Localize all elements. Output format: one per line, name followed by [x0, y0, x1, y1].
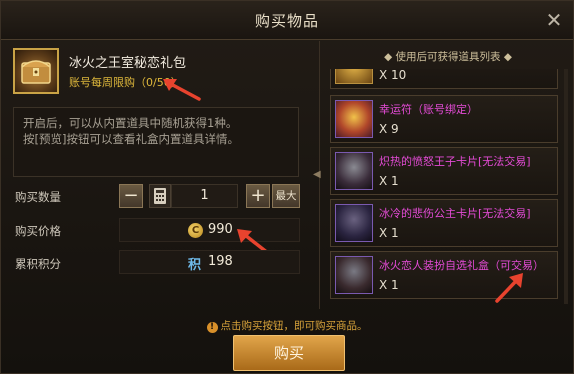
description-line: 按[预览]按钮可以查看礼盒内置道具详情。	[23, 132, 239, 146]
reward-name: 冰冷的悲伤公主卡片[无法交易]	[379, 207, 531, 220]
points-icon: 积	[188, 258, 202, 273]
purchase-dialog: 购买物品 ✕ 冰火之王室秘恋礼包 账号每周限购（0/50） 开启后，可以从内置道…	[0, 0, 574, 374]
item-header: 冰火之王室秘恋礼包 账号每周限购（0/50）	[13, 48, 303, 98]
max-quantity-button[interactable]: 最大	[272, 184, 300, 208]
rewards-header: ◆ 使用后可获得道具列表 ◆	[323, 41, 573, 71]
prince-card-icon	[335, 152, 373, 190]
increase-quantity-button[interactable]: +	[246, 184, 270, 208]
annotation-arrow-icon	[495, 273, 523, 303]
list-item[interactable]: 幸运符（账号绑定） X 9	[330, 95, 558, 143]
price-value: 990	[208, 222, 233, 237]
rewards-list[interactable]: X 10 幸运符（账号绑定） X 9 炽热的愤怒王子卡片[无法交易] X 1 冰…	[326, 69, 560, 304]
reward-quantity: X 9	[379, 122, 399, 136]
reward-quantity: X 1	[379, 226, 399, 240]
quantity-input[interactable]: 1	[171, 184, 238, 208]
item-name: 冰火之王室秘恋礼包	[69, 56, 187, 71]
treasure-chest-icon	[13, 48, 59, 94]
reward-quantity: X 1	[379, 174, 399, 188]
warning-icon: !	[206, 322, 218, 333]
calculator-icon[interactable]	[149, 184, 171, 208]
gold-item-icon	[335, 69, 373, 84]
rewards-title: ◆ 使用后可获得道具列表 ◆	[384, 51, 512, 63]
footer-note: ! 点击购买按钮，即可购买商品。	[1, 318, 573, 333]
reward-name: 炽热的愤怒王子卡片[无法交易]	[379, 155, 531, 168]
footer-note-text: 点击购买按钮，即可购买商品。	[220, 320, 368, 332]
close-icon[interactable]: ✕	[543, 9, 565, 31]
title-bar: 购买物品 ✕	[1, 1, 573, 40]
princess-card-icon	[335, 204, 373, 242]
description-line: 开启后，可以从内置道具中随机获得1种。	[23, 116, 238, 130]
rewards-scrollbar[interactable]	[564, 69, 568, 304]
reward-quantity: X 10	[379, 69, 407, 82]
list-item[interactable]: 炽热的愤怒王子卡片[无法交易] X 1	[330, 147, 558, 195]
chevron-left-icon: ◀	[313, 169, 321, 180]
buy-button[interactable]: 购买	[233, 335, 345, 371]
annotation-arrow-icon	[163, 79, 201, 101]
outfit-box-icon	[335, 256, 373, 294]
points-label: 累积积分	[15, 257, 61, 271]
dialog-title: 购买物品	[254, 12, 319, 30]
decrease-quantity-button[interactable]: −	[119, 184, 143, 208]
reward-name: 幸运符（账号绑定）	[379, 103, 478, 116]
list-item[interactable]: 冰冷的悲伤公主卡片[无法交易] X 1	[330, 199, 558, 247]
coin-icon: C	[188, 223, 203, 238]
quantity-label: 购买数量	[15, 190, 61, 204]
item-description: 开启后，可以从内置道具中随机获得1种。 按[预览]按钮可以查看礼盒内置道具详情。	[13, 107, 299, 177]
reward-quantity: X 1	[379, 278, 399, 292]
points-box: 积 198	[119, 250, 300, 274]
list-item[interactable]: X 10	[330, 69, 558, 89]
points-value: 198	[208, 254, 233, 269]
lucky-charm-icon	[335, 100, 373, 138]
price-label: 购买价格	[15, 224, 61, 238]
